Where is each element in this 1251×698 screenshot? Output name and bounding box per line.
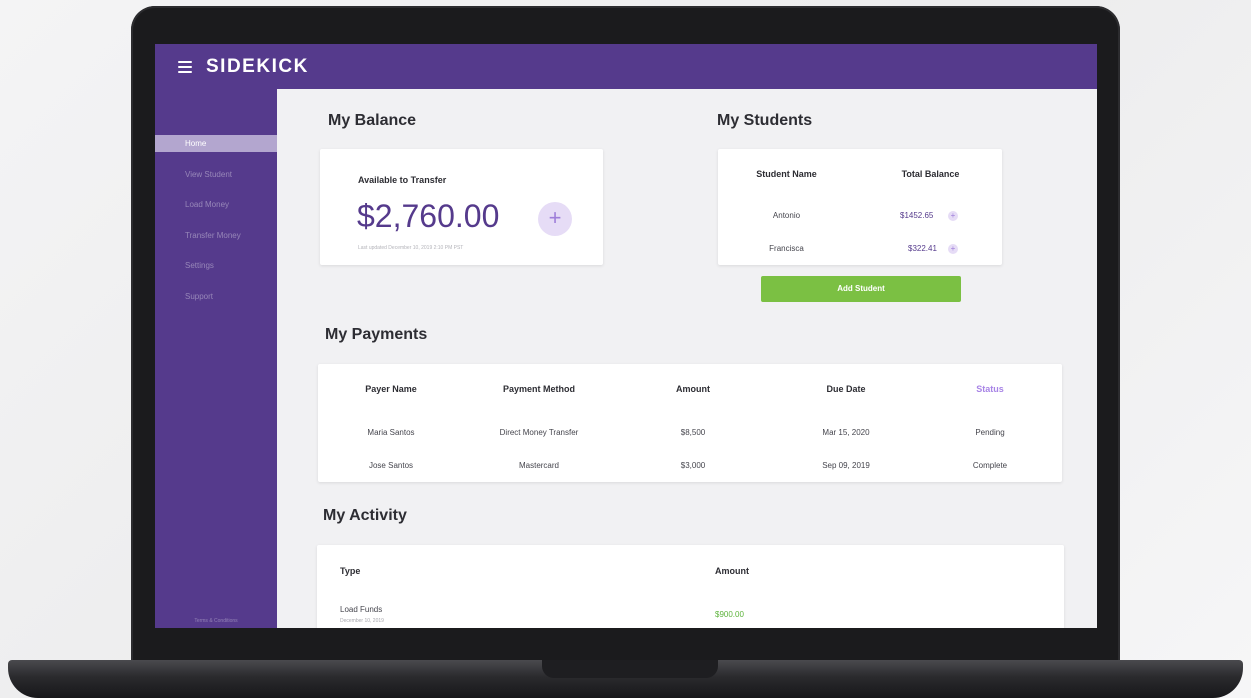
- students-card: Student Name Total Balance Antonio $1452…: [718, 149, 1002, 265]
- payment-status: Complete: [972, 461, 1008, 470]
- add-funds-plus-icon[interactable]: +: [538, 202, 572, 236]
- payment-method: Direct Money Transfer: [499, 428, 579, 437]
- balance-amount: $2,760.00: [357, 198, 500, 234]
- students-header-balance: Total Balance: [901, 169, 960, 179]
- balance-updated: Last updated December 10, 2019 2:10 PM P…: [358, 245, 464, 251]
- activity-card: Type Amount Load Funds December 10, 2019…: [317, 545, 1064, 628]
- main-content: My Balance Available to Transfer $2,760.…: [277, 89, 1097, 628]
- payment-amount: $8,500: [680, 428, 706, 437]
- activity-date: December 10, 2019: [340, 618, 384, 624]
- payments-header-amount: Amount: [676, 384, 710, 394]
- terms-link[interactable]: Terms & Conditions: [155, 618, 277, 624]
- payment-payer: Maria Santos: [367, 428, 415, 437]
- payment-due: Mar 15, 2020: [822, 428, 870, 437]
- payment-status: Pending: [975, 428, 1005, 437]
- sidebar-item-home[interactable]: Home: [155, 135, 277, 152]
- student-name: Antonio: [772, 211, 801, 220]
- activity-header-type: Type: [340, 566, 361, 576]
- activity-amount: $900.00: [715, 610, 744, 619]
- balance-label: Available to Transfer: [358, 175, 447, 185]
- sidebar-item-support[interactable]: Support: [155, 288, 277, 305]
- payments-title: My Payments: [325, 326, 428, 343]
- top-bar: SIDEKICK: [155, 44, 1097, 89]
- payment-payer: Jose Santos: [368, 461, 414, 470]
- payments-header-status[interactable]: Status: [940, 384, 1040, 394]
- laptop-notch: [542, 660, 718, 678]
- payments-header-payer: Payer Name: [365, 384, 417, 394]
- balance-title: My Balance: [328, 112, 417, 129]
- activity-header-amount: Amount: [715, 566, 749, 576]
- activity-type: Load Funds: [340, 605, 383, 614]
- payment-due: Sep 09, 2019: [822, 461, 870, 470]
- sidebar-item-settings[interactable]: Settings: [155, 257, 277, 274]
- student-balance[interactable]: $1452.65: [900, 211, 933, 220]
- app-screen: SIDEKICK Home View Student Load Money Tr…: [155, 44, 1097, 628]
- student-balance[interactable]: $322.41: [908, 244, 937, 253]
- payment-method: Mastercard: [518, 461, 559, 470]
- balance-card: Available to Transfer $2,760.00 + Last u…: [320, 149, 603, 265]
- student-add-plus-icon[interactable]: +: [948, 244, 958, 254]
- sidebar-item-view-student[interactable]: View Student: [155, 166, 277, 183]
- student-add-plus-icon[interactable]: +: [948, 211, 958, 221]
- sidebar-item-transfer-money[interactable]: Transfer Money: [155, 227, 277, 244]
- payments-card: Payer Name Payment Method Amount Due Dat…: [318, 364, 1062, 482]
- activity-title: My Activity: [323, 507, 407, 524]
- sidebar-item-load-money[interactable]: Load Money: [155, 196, 277, 213]
- student-name: Francisca: [769, 244, 804, 253]
- app-logo: SIDEKICK: [206, 55, 309, 77]
- payments-header-method: Payment Method: [502, 384, 575, 394]
- payment-amount: $3,000: [680, 461, 706, 470]
- sidebar: Home View Student Load Money Transfer Mo…: [155, 89, 277, 628]
- students-header-name: Student Name: [756, 169, 817, 179]
- hamburger-menu-icon[interactable]: [178, 60, 192, 73]
- payments-header-due: Due Date: [826, 384, 866, 394]
- add-student-button[interactable]: Add Student: [761, 276, 961, 302]
- students-title: My Students: [717, 112, 813, 129]
